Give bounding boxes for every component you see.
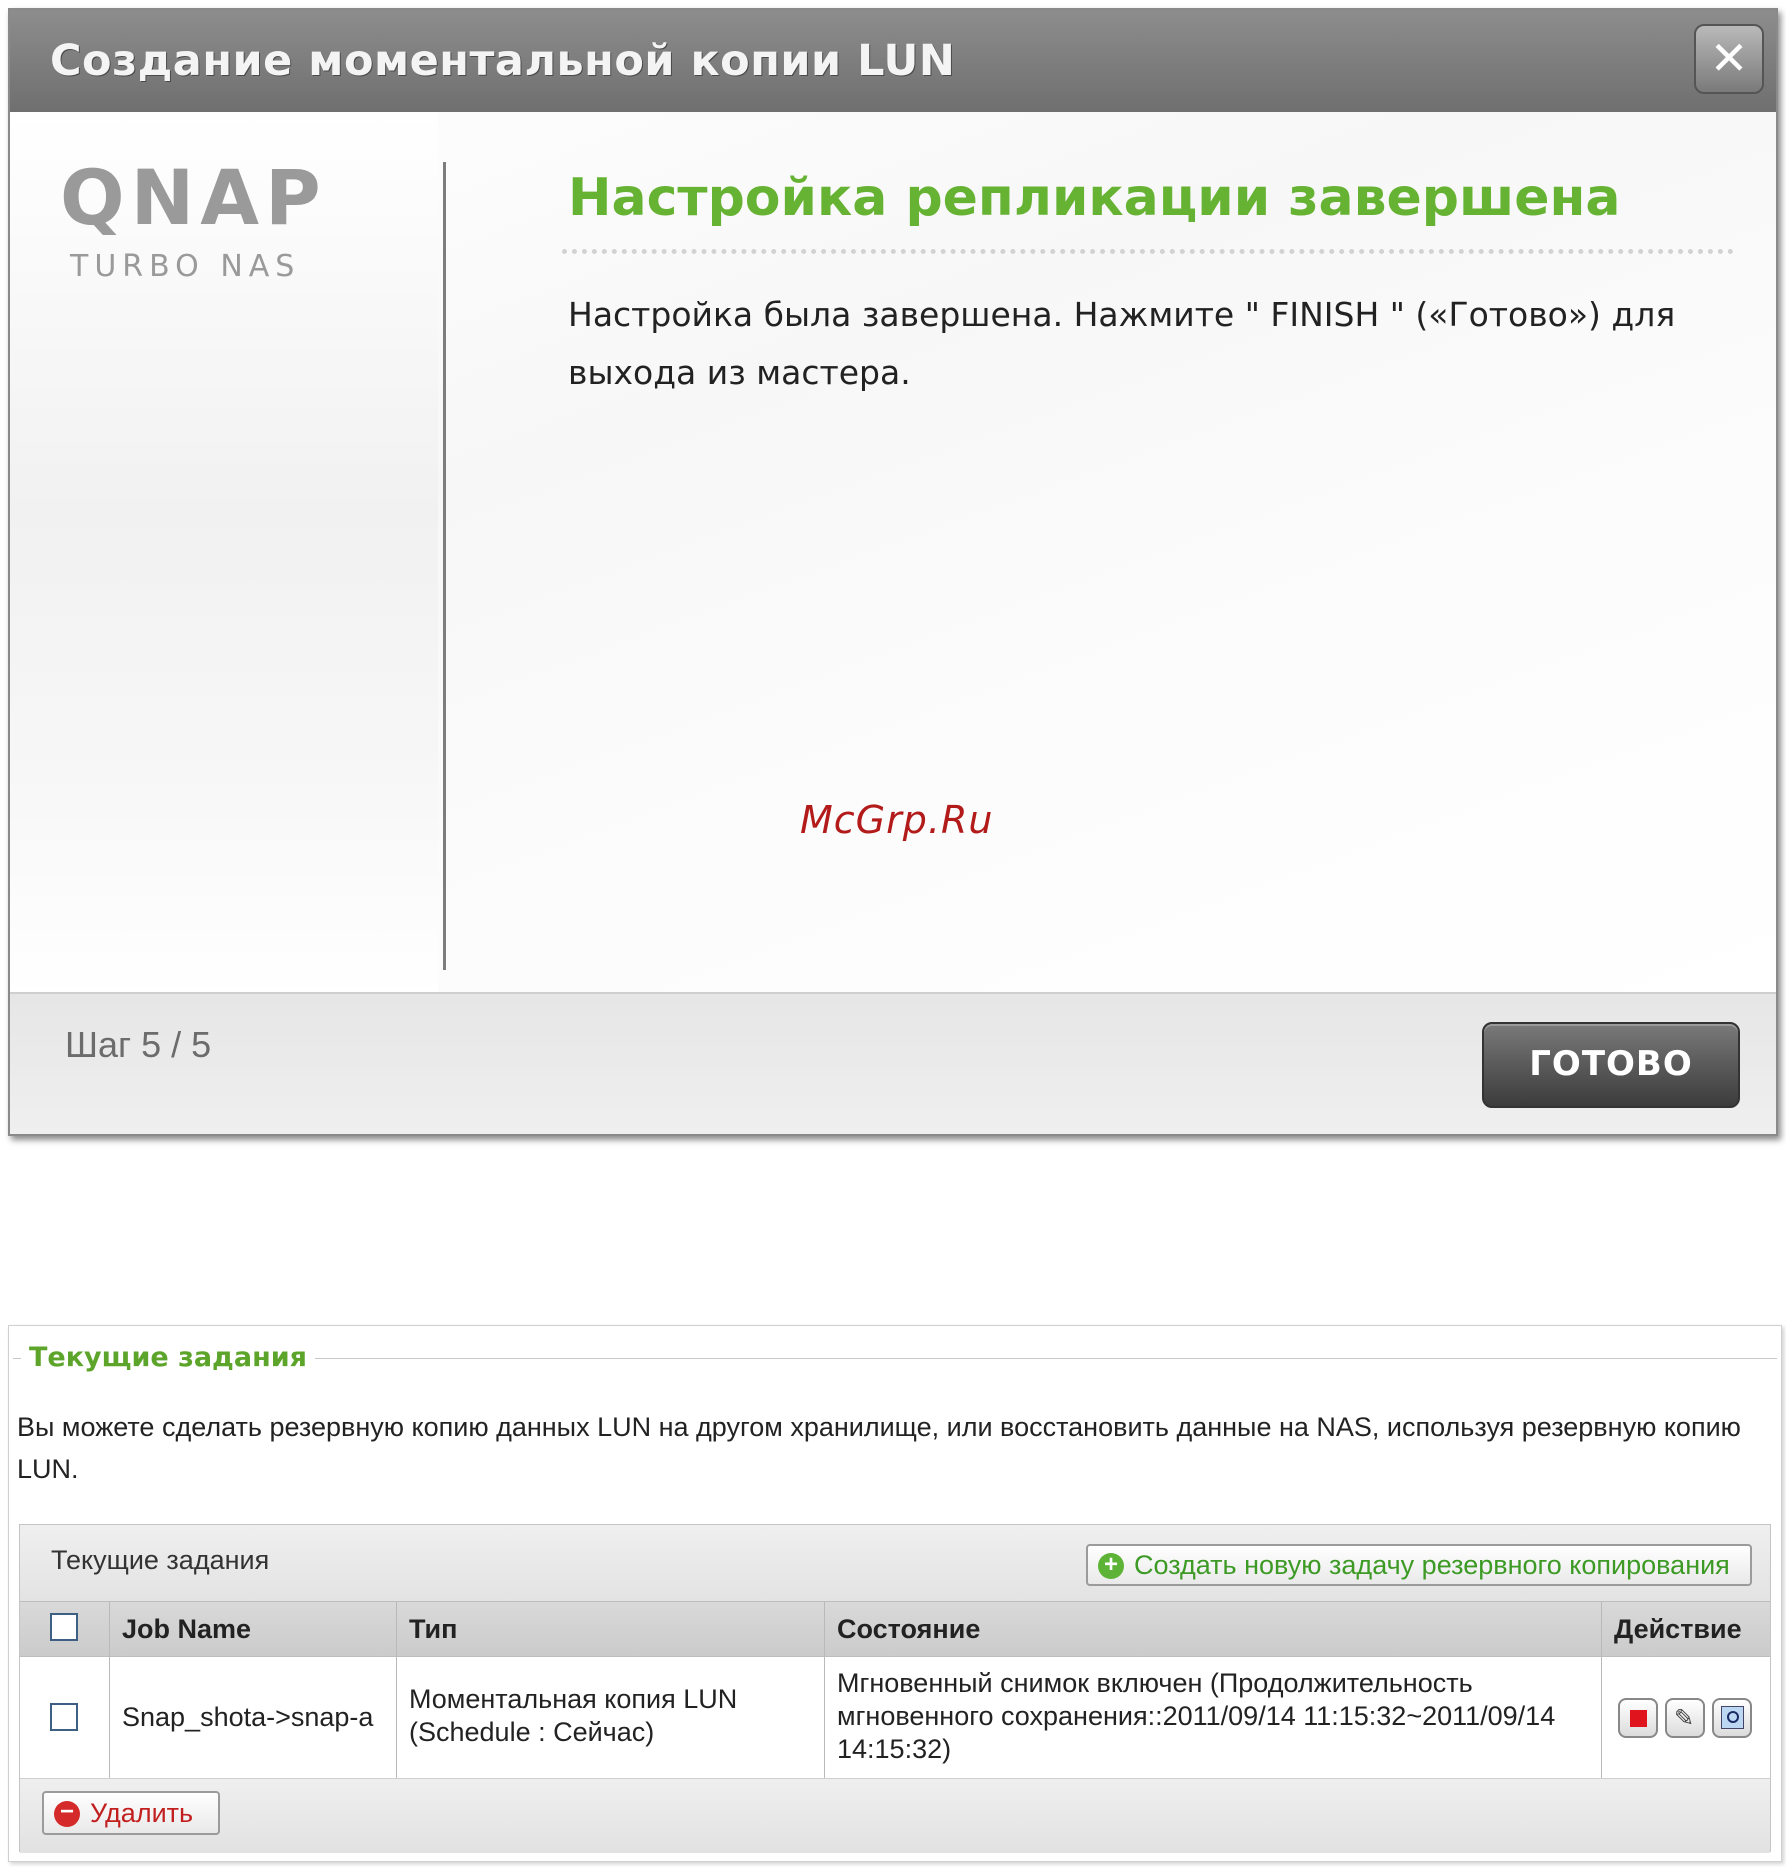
row-type: Моментальная копия LUN (Schedule : Сейча… xyxy=(409,1684,738,1747)
dotted-separator xyxy=(562,249,1734,254)
turbo-nas-logo: TURBO NAS xyxy=(70,249,301,284)
current-jobs-panel: Текущие задания Вы можете сделать резерв… xyxy=(8,1325,1782,1862)
header-state-label: Состояние xyxy=(837,1614,981,1644)
create-backup-job-label: Создать новую задачу резервного копирова… xyxy=(1134,1550,1730,1580)
header-type[interactable]: Тип xyxy=(397,1602,825,1656)
grid-toolbar: Текущие задания + Создать новую задачу р… xyxy=(20,1525,1770,1601)
row-type-cell: Моментальная копия LUN (Schedule : Сейча… xyxy=(397,1657,825,1778)
logo-panel: QNAP TURBO NAS xyxy=(10,112,438,996)
edit-icon: ✎ xyxy=(1674,1704,1695,1732)
step-description: Настройка была завершена. Нажмите " FINI… xyxy=(568,295,1676,392)
header-job-name-label: Job Name xyxy=(122,1614,252,1644)
wizard-dialog: Создание моментальной копии LUN ✕ QNAP T… xyxy=(8,8,1778,1136)
delete-label: Удалить xyxy=(90,1798,194,1828)
intro-text: Вы можете сделать резервную копию данных… xyxy=(17,1412,1741,1484)
header-state[interactable]: Состояние xyxy=(825,1602,1602,1656)
table-row[interactable]: Snap_shota->snap-a Моментальная копия LU… xyxy=(20,1657,1770,1779)
vertical-divider xyxy=(443,162,446,970)
row-job-name-cell: Snap_shota->snap-a xyxy=(110,1657,397,1778)
qnap-logo: QNAP xyxy=(60,153,327,242)
row-state: Мгновенный снимок включен (Продолжительн… xyxy=(837,1668,1556,1764)
row-action-cell: ✎ xyxy=(1602,1657,1772,1778)
watermark: McGrp.Ru xyxy=(800,798,994,842)
jobs-grid: Текущие задания + Создать новую задачу р… xyxy=(19,1524,1771,1853)
grid-footer: − Удалить xyxy=(20,1779,1770,1853)
row-job-name: Snap_shota->snap-a xyxy=(122,1702,374,1732)
delete-button[interactable]: − Удалить xyxy=(42,1791,220,1835)
header-action: Действие xyxy=(1602,1602,1772,1656)
select-all-checkbox[interactable] xyxy=(50,1613,78,1641)
header-type-label: Тип xyxy=(409,1614,458,1644)
grid-title: Текущие задания xyxy=(51,1545,270,1575)
create-backup-job-button[interactable]: + Создать новую задачу резервного копиро… xyxy=(1086,1544,1752,1586)
row-select-cell xyxy=(20,1657,110,1778)
row-checkbox[interactable] xyxy=(50,1703,78,1731)
finish-button[interactable]: ГОТОВО xyxy=(1482,1022,1740,1108)
step-indicator: Шаг 5 / 5 xyxy=(65,1024,212,1065)
header-select-cell xyxy=(20,1602,110,1656)
row-state-cell: Мгновенный снимок включен (Продолжительн… xyxy=(825,1657,1602,1778)
header-job-name[interactable]: Job Name xyxy=(110,1602,397,1656)
dialog-title: Создание моментальной копии LUN xyxy=(50,36,956,86)
column-header-row: Job Name Тип Состояние Действие xyxy=(20,1601,1770,1657)
fieldset-legend: Текущие задания xyxy=(21,1342,315,1373)
stop-button[interactable] xyxy=(1618,1698,1658,1738)
step-heading: Настройка репликации завершена xyxy=(568,168,1621,228)
add-icon: + xyxy=(1098,1553,1124,1579)
edit-button[interactable]: ✎ xyxy=(1665,1698,1705,1738)
delete-icon: − xyxy=(54,1800,80,1827)
dialog-footer: Шаг 5 / 5 ГОТОВО xyxy=(10,992,1776,1134)
title-bar: Создание моментальной копии LUN ✕ xyxy=(10,10,1776,112)
view-icon xyxy=(1721,1706,1744,1729)
dialog-body: QNAP TURBO NAS Настройка репликации заве… xyxy=(10,112,1776,996)
stop-icon xyxy=(1630,1710,1647,1727)
close-icon[interactable]: ✕ xyxy=(1694,24,1764,94)
view-button[interactable] xyxy=(1712,1698,1752,1738)
header-action-label: Действие xyxy=(1614,1614,1742,1644)
